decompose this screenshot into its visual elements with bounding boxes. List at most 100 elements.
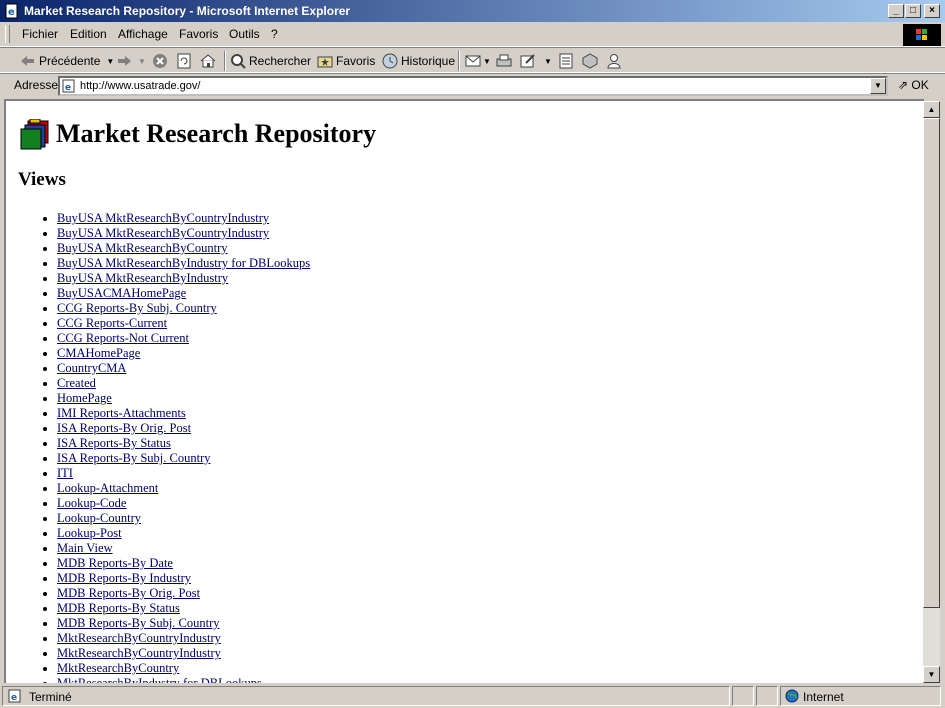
view-link[interactable]: MDB Reports-By Orig. Post	[57, 586, 200, 600]
view-list-item: MDB Reports-By Industry	[57, 571, 310, 586]
view-link[interactable]: MDB Reports-By Industry	[57, 571, 191, 585]
view-link[interactable]: CCG Reports-Not Current	[57, 331, 189, 345]
menu-help[interactable]: ?	[271, 27, 278, 41]
view-list: BuyUSA MktResearchByCountryIndustryBuyUS…	[6, 211, 310, 683]
view-list-item: BuyUSA MktResearchByIndustry for DBLooku…	[57, 256, 310, 271]
favorites-icon	[317, 56, 333, 68]
view-list-item: MktResearchByCountryIndustry	[57, 646, 310, 661]
mail-button[interactable]: ▼	[465, 52, 491, 70]
favorites-button[interactable]: Favoris	[317, 52, 375, 70]
view-list-item: ISA Reports-By Subj. Country	[57, 451, 310, 466]
home-button[interactable]	[200, 52, 216, 70]
scroll-thumb[interactable]	[923, 118, 940, 608]
view-link[interactable]: ISA Reports-By Status	[57, 436, 171, 450]
view-list-item: MDB Reports-By Date	[57, 556, 310, 571]
search-icon	[231, 54, 246, 69]
messenger-button[interactable]	[606, 52, 622, 70]
view-link[interactable]: MktResearchByCountryIndustry	[57, 631, 221, 645]
view-link[interactable]: BuyUSA MktResearchByCountry	[57, 241, 227, 255]
menu-edition[interactable]: Edition	[70, 27, 107, 41]
standard-toolbar: Précédente ▼ ▼ Rechercher Favoris Histor…	[0, 47, 945, 73]
view-link[interactable]: MDB Reports-By Date	[57, 556, 173, 570]
view-link[interactable]: Created	[57, 376, 96, 390]
forward-button[interactable]: ▼	[116, 52, 146, 70]
view-list-item: MDB Reports-By Orig. Post	[57, 586, 310, 601]
toolbar-separator	[224, 51, 226, 71]
scroll-down-button[interactable]: ▼	[923, 666, 940, 683]
view-link[interactable]: BuyUSA MktResearchByCountryIndustry	[57, 226, 269, 240]
view-list-item: BuyUSA MktResearchByCountry	[57, 241, 310, 256]
go-label: OK	[911, 78, 929, 92]
view-list-item: ISA Reports-By Status	[57, 436, 310, 451]
print-button[interactable]	[496, 52, 512, 70]
favorites-label: Favoris	[336, 54, 376, 68]
home-icon	[200, 54, 216, 68]
view-link[interactable]: ITI	[57, 466, 73, 480]
print-icon	[496, 54, 512, 67]
menu-affichage[interactable]: Affichage	[118, 27, 168, 41]
view-link[interactable]: MktResearchByCountryIndustry	[57, 646, 221, 660]
view-list-item: Lookup-Attachment	[57, 481, 310, 496]
view-link[interactable]: ISA Reports-By Subj. Country	[57, 451, 211, 465]
view-link[interactable]: BuyUSA MktResearchByCountryIndustry	[57, 211, 269, 225]
ie-page-icon: e	[8, 689, 21, 703]
search-button[interactable]: Rechercher	[230, 52, 311, 70]
svg-text:e: e	[65, 83, 71, 93]
view-link[interactable]: Lookup-Country	[57, 511, 141, 525]
refresh-button[interactable]	[176, 52, 192, 70]
view-link[interactable]: BuyUSACMAHomePage	[57, 286, 186, 300]
status-main-panel: e Terminé	[2, 686, 730, 706]
view-link[interactable]: BuyUSA MktResearchByIndustry	[57, 271, 228, 285]
view-link[interactable]: Lookup-Post	[57, 526, 122, 540]
view-list-item: CCG Reports-By Subj. Country	[57, 301, 310, 316]
view-link[interactable]: MDB Reports-By Subj. Country	[57, 616, 220, 630]
view-list-item: CCG Reports-Current	[57, 316, 310, 331]
menu-favoris[interactable]: Favoris	[179, 27, 218, 41]
discuss-icon	[559, 53, 573, 69]
view-link[interactable]: CountryCMA	[57, 361, 126, 375]
status-bar: e Terminé Internet	[0, 685, 945, 708]
view-list-item: BuyUSA MktResearchByIndustry	[57, 271, 310, 286]
menu-outils[interactable]: Outils	[229, 27, 260, 41]
discuss-button[interactable]	[558, 52, 574, 70]
research-button[interactable]	[582, 52, 598, 70]
view-link[interactable]: MDB Reports-By Status	[57, 601, 180, 615]
title-bar: e Market Research Repository - Microsoft…	[0, 0, 945, 22]
address-dropdown-button[interactable]: ▼	[870, 78, 886, 94]
view-link[interactable]: MktResearchByIndustry for DBLookups	[57, 676, 262, 683]
view-link[interactable]: Main View	[57, 541, 113, 555]
menu-fichier[interactable]: Fichier	[22, 27, 58, 41]
back-button[interactable]: Précédente ▼	[20, 52, 114, 70]
minimize-button[interactable]: _	[888, 4, 904, 18]
view-list-item: MDB Reports-By Status	[57, 601, 310, 616]
edit-button[interactable]: ▼	[520, 52, 552, 70]
svg-text:e: e	[8, 7, 15, 18]
vertical-scrollbar[interactable]: ▲ ▼	[923, 101, 940, 683]
stop-button[interactable]	[152, 52, 168, 70]
view-link[interactable]: Lookup-Attachment	[57, 481, 158, 495]
address-url: http://www.usatrade.gov/	[80, 80, 201, 92]
view-list-item: ISA Reports-By Orig. Post	[57, 421, 310, 436]
view-list-item: MktResearchByIndustry for DBLookups	[57, 676, 310, 683]
menu-bar: Fichier Edition Affichage Favoris Outils…	[0, 22, 945, 47]
page-viewport: Market Research Repository Views BuyUSA …	[4, 99, 924, 683]
view-link[interactable]: CMAHomePage	[57, 346, 140, 360]
go-button[interactable]: ⇗ OK	[898, 78, 929, 92]
view-link[interactable]: IMI Reports-Attachments	[57, 406, 186, 420]
view-link[interactable]: Lookup-Code	[57, 496, 126, 510]
view-list-item: Lookup-Code	[57, 496, 310, 511]
history-button[interactable]: Historique	[382, 52, 455, 70]
view-link[interactable]: HomePage	[57, 391, 112, 405]
view-link[interactable]: MktResearchByCountry	[57, 661, 179, 675]
address-input[interactable]: e http://www.usatrade.gov/ ▼	[58, 76, 888, 96]
view-list-item: ITI	[57, 466, 310, 481]
maximize-button[interactable]: □	[905, 4, 921, 18]
view-link[interactable]: BuyUSA MktResearchByIndustry for DBLooku…	[57, 256, 310, 270]
view-link[interactable]: ISA Reports-By Orig. Post	[57, 421, 191, 435]
view-list-item: CountryCMA	[57, 361, 310, 376]
close-button[interactable]: ×	[924, 4, 940, 18]
scroll-up-button[interactable]: ▲	[923, 101, 940, 118]
view-link[interactable]: CCG Reports-By Subj. Country	[57, 301, 217, 315]
view-link[interactable]: CCG Reports-Current	[57, 316, 167, 330]
view-list-item: HomePage	[57, 391, 310, 406]
